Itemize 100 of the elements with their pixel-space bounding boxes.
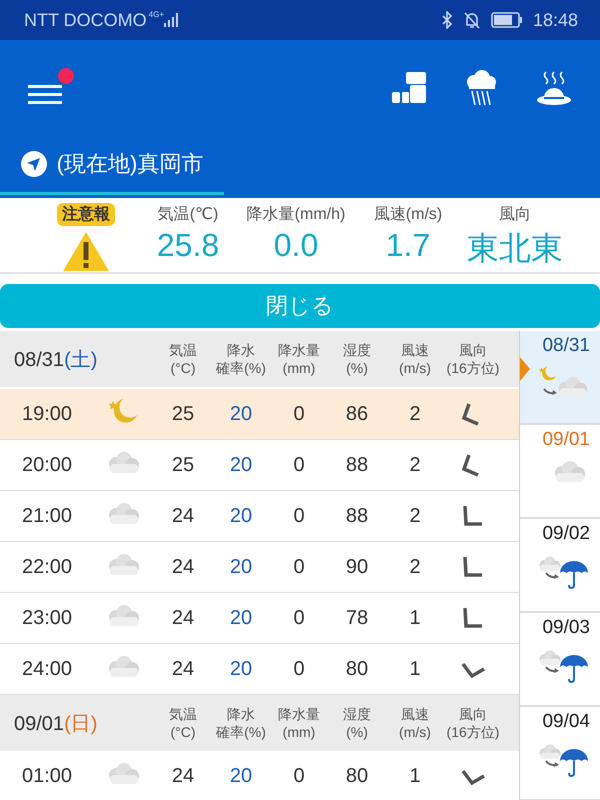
- muted-bell-icon: [462, 11, 481, 29]
- carrier-name: NTT DOCOMO: [24, 10, 147, 30]
- hour-time: 19:00: [22, 402, 72, 426]
- hour-time: 21:00: [22, 504, 72, 528]
- precipitation: 0: [293, 658, 305, 680]
- signal-icon: [164, 13, 180, 27]
- humidity: 80: [346, 764, 368, 788]
- rain-chance: 20: [230, 606, 252, 630]
- temperature: 24: [172, 556, 194, 578]
- temperature: 24: [172, 658, 194, 680]
- column-header-unit: (%): [346, 359, 368, 377]
- column-header-unit: (°C): [170, 723, 196, 741]
- humidity: 88: [346, 454, 368, 476]
- alert-badge: 注意報: [57, 202, 115, 226]
- blocks-button[interactable]: [392, 72, 428, 104]
- blocks-icon: [392, 72, 428, 104]
- humidity: 86: [346, 402, 368, 426]
- clock-time: 18:48: [532, 10, 578, 30]
- column-header-unit: (mm): [282, 359, 316, 377]
- temperature: 24: [172, 606, 194, 630]
- wind-speed: 2: [409, 454, 421, 476]
- measure-label: 風向: [499, 204, 531, 224]
- column-header-top: 降水量: [278, 341, 320, 359]
- rain-chance: 20: [230, 454, 252, 476]
- wind-speed: 2: [409, 402, 421, 426]
- column-header-top: 湿度: [343, 341, 371, 359]
- measure-label: 気温(℃): [158, 204, 218, 224]
- humidity: 90: [346, 556, 368, 578]
- precipitation: 0: [293, 606, 305, 630]
- weekday-label: (日): [64, 712, 98, 736]
- measure-value: 25.8: [156, 226, 220, 264]
- column-header-unit: (m/s): [399, 359, 431, 377]
- warning-icon: [62, 230, 110, 272]
- temperature: 25: [172, 402, 194, 426]
- date-label: 08/31: [14, 348, 64, 372]
- column-header-top: 気温: [169, 705, 197, 723]
- hour-time: 20:00: [22, 454, 72, 476]
- navigation-icon: [20, 150, 47, 176]
- measure-value: 東北東: [467, 228, 563, 268]
- network-type: 4G+: [148, 10, 164, 19]
- battery-icon: [490, 12, 523, 28]
- day-tab[interactable]: 08/31: [520, 331, 600, 425]
- day-date: 09/02: [542, 523, 590, 545]
- wind-speed: 1: [409, 764, 421, 788]
- bluetooth-icon: [440, 11, 453, 29]
- precipitation: 0: [293, 556, 305, 578]
- temperature: 24: [172, 764, 194, 788]
- humidity: 88: [346, 504, 368, 528]
- precipitation: 0: [293, 402, 305, 426]
- location-tab[interactable]: (現在地)真岡市: [0, 135, 224, 195]
- measure-value: 0.0: [274, 226, 318, 264]
- rain-chance: 20: [230, 556, 252, 578]
- column-header-unit: (16方位): [446, 723, 500, 741]
- precipitation: 0: [293, 764, 305, 788]
- column-header-top: 風速: [400, 705, 429, 723]
- column-header-unit: (m/s): [399, 723, 431, 741]
- column-header-top: 降水: [227, 705, 255, 723]
- measure-value: 1.7: [386, 226, 430, 264]
- column-header-top: 気温: [169, 341, 197, 359]
- hour-time: 01:00: [22, 764, 72, 788]
- hot-spring-icon: [536, 70, 572, 106]
- wind-speed: 2: [409, 504, 421, 528]
- weekday-label: (土): [64, 348, 98, 372]
- hour-time: 23:00: [22, 606, 72, 630]
- column-header-top: 降水: [227, 341, 255, 359]
- column-header-unit: (%): [346, 723, 368, 741]
- column-header-top: 風向: [459, 341, 487, 359]
- humidity: 80: [346, 658, 368, 680]
- hot-spring-button[interactable]: [536, 70, 572, 106]
- column-header-unit: 確率(%): [216, 723, 266, 741]
- column-header-top: 風速: [400, 341, 429, 359]
- column-header-top: 湿度: [343, 705, 371, 723]
- rain-chance: 20: [230, 402, 252, 426]
- wind-speed: 2: [409, 556, 421, 578]
- temperature: 25: [172, 454, 194, 476]
- column-header-top: 風向: [459, 705, 487, 723]
- wind-speed: 1: [409, 606, 421, 630]
- day-date: 09/01: [542, 429, 590, 451]
- rain-chance: 20: [230, 504, 252, 528]
- day-date: 08/31: [542, 335, 590, 357]
- column-header-unit: (mm): [282, 723, 316, 741]
- precipitation: 0: [293, 454, 305, 476]
- humidity: 78: [346, 606, 368, 630]
- column-header-unit: (°C): [170, 359, 196, 377]
- column-header-top: 降水量: [278, 705, 320, 723]
- rain-chance: 20: [230, 658, 252, 680]
- measure-label: 降水量(mm/h): [246, 204, 346, 224]
- column-header-unit: 確率(%): [216, 359, 266, 377]
- temperature: 24: [172, 504, 194, 528]
- precipitation: 0: [293, 504, 305, 528]
- hour-row[interactable]: 19:00 25 20 0 86 2: [0, 389, 519, 440]
- selection-marker: [520, 357, 530, 381]
- day-date: 09/04: [542, 711, 590, 733]
- day-date: 09/03: [542, 617, 590, 639]
- date-label: 09/01: [14, 712, 64, 736]
- column-header-unit: (16方位): [446, 359, 500, 377]
- rain-chance: 20: [230, 764, 252, 788]
- hour-time: 24:00: [22, 658, 72, 680]
- wind-speed: 1: [409, 658, 421, 680]
- measure-label: 風速(m/s): [374, 204, 442, 224]
